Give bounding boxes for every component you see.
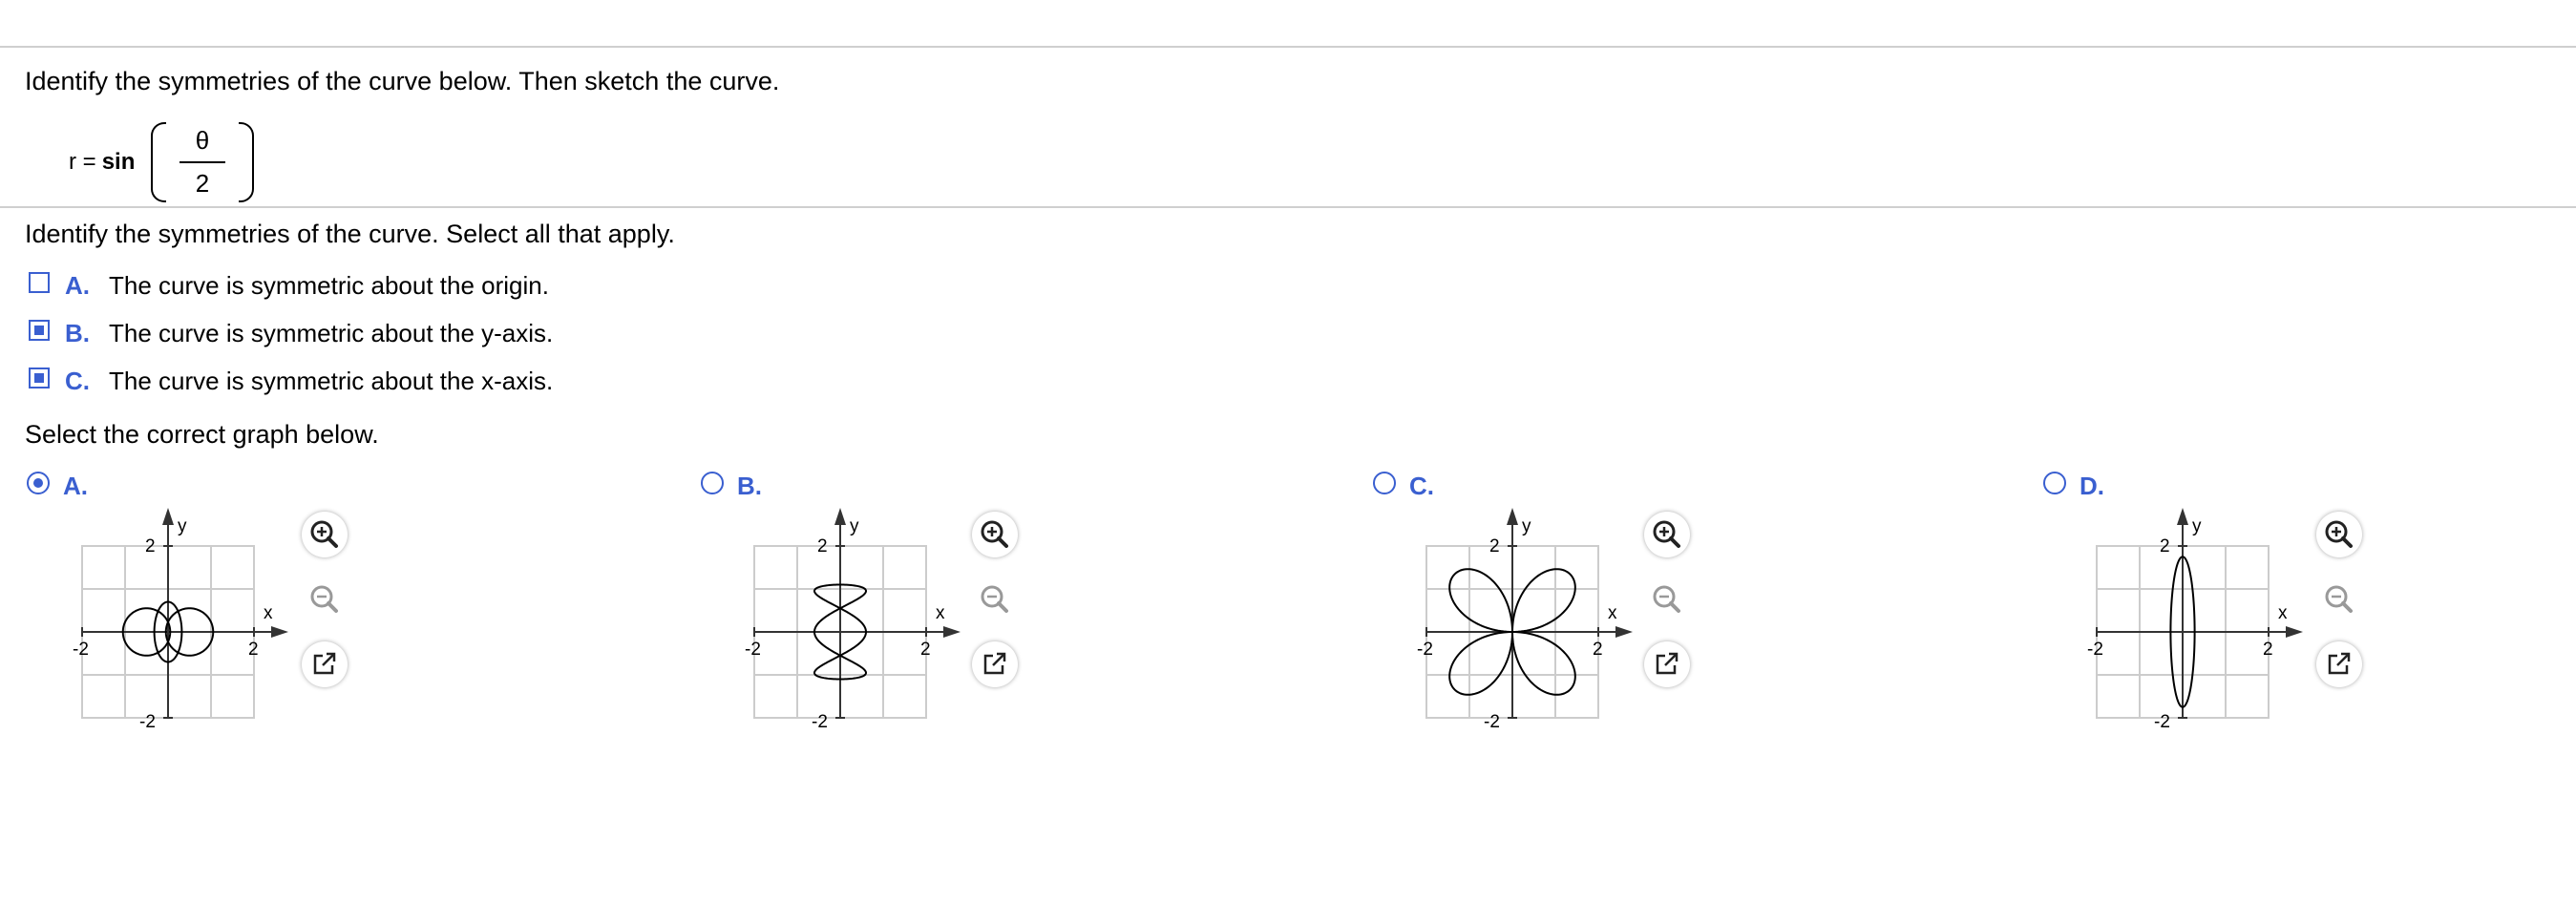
zoom-out-icon [981, 585, 1008, 613]
popout-icon [983, 652, 1006, 675]
graph-d-y-max-label: 2 [2160, 536, 2170, 556]
left-paren [151, 122, 166, 202]
zoom-in-icon [310, 520, 338, 548]
fraction-bar [179, 161, 225, 163]
graph-letter-d: D. [2080, 472, 2104, 500]
option-text-b: The curve is symmetric about the y-axis. [109, 319, 554, 347]
graph-b-y-label: y [850, 516, 859, 536]
popout-button-b[interactable] [972, 641, 1018, 687]
zoom-in-button-c[interactable] [1644, 512, 1690, 557]
section-divider [0, 206, 2576, 208]
fraction-denominator: 2 [195, 169, 210, 198]
graph-a-y-min-label: -2 [139, 712, 156, 732]
zoom-out-button-c[interactable] [1644, 577, 1690, 622]
graph-a-x-min-label: -2 [73, 640, 89, 660]
graph-c-x-min-label: -2 [1417, 640, 1433, 660]
popout-icon [2328, 652, 2351, 675]
popout-button-a[interactable] [302, 641, 348, 687]
part2-prompt: Select the correct graph below. [25, 420, 379, 449]
graph-c-y-arrow [1507, 508, 1518, 525]
graph-letter-c: C. [1409, 472, 1434, 500]
graph-b-y-min-label: -2 [812, 712, 828, 732]
option-letter-b: B. [65, 319, 90, 347]
graph-b: y x 2 -2 -2 2 [745, 508, 961, 732]
checkbox-b-checkmark [34, 326, 44, 335]
graph-a-y-arrow [162, 508, 174, 525]
zoom-in-icon [1653, 520, 1680, 548]
fraction-numerator: θ [195, 126, 210, 155]
zoom-out-icon [2325, 585, 2353, 613]
checkbox-b[interactable] [29, 320, 50, 341]
option-letter-c: C. [65, 367, 90, 395]
popout-icon [313, 652, 336, 675]
graph-d-x-arrow [2286, 626, 2303, 638]
graph-c-y-max-label: 2 [1489, 536, 1500, 556]
fraction: θ 2 [174, 126, 231, 199]
zoom-out-button-b[interactable] [972, 577, 1018, 622]
graph-d-x-max-label: 2 [2263, 640, 2273, 660]
popout-button-c[interactable] [1644, 641, 1690, 687]
radio-a[interactable] [27, 472, 50, 494]
graph-c-x-arrow [1615, 626, 1633, 638]
question-instruction: Identify the symmetries of the curve bel… [25, 67, 780, 95]
zoom-out-button-d[interactable] [2316, 577, 2362, 622]
graph-c-x-max-label: 2 [1593, 640, 1603, 660]
equation-func: sin [101, 149, 136, 175]
graph-b-x-min-label: -2 [745, 640, 761, 660]
graph-letter-b: B. [737, 472, 762, 500]
equation-lhs: r = sin [69, 149, 135, 176]
graph-letter-a: A. [63, 472, 88, 500]
zoom-in-icon [981, 520, 1008, 548]
graph-d-x-min-label: -2 [2087, 640, 2103, 660]
graph-d-x-label: x [2278, 603, 2288, 623]
graph-d: y x 2 -2 -2 2 [2087, 508, 2303, 732]
equation-lhs-text: r = [69, 149, 96, 175]
graph-b-y-arrow [834, 508, 846, 525]
checkbox-a[interactable] [29, 272, 50, 293]
popout-icon [1656, 652, 1679, 675]
zoom-in-button-d[interactable] [2316, 512, 2362, 557]
option-text-a: The curve is symmetric about the origin. [109, 271, 549, 300]
graph-b-y-max-label: 2 [817, 536, 828, 556]
graph-b-x-max-label: 2 [920, 640, 931, 660]
top-divider [0, 46, 2576, 48]
graph-b-x-arrow [943, 626, 961, 638]
radio-c[interactable] [1373, 472, 1396, 494]
checkbox-c[interactable] [29, 368, 50, 388]
graph-c-x-label: x [1608, 603, 1617, 623]
graph-b-x-label: x [936, 603, 945, 623]
zoom-in-icon [2325, 520, 2353, 548]
popout-button-d[interactable] [2316, 641, 2362, 687]
right-paren [239, 122, 254, 202]
zoom-out-icon [310, 585, 338, 613]
zoom-in-button-a[interactable] [302, 512, 348, 557]
graph-c-y-label: y [1522, 516, 1531, 536]
graph-d-y-min-label: -2 [2154, 712, 2170, 732]
option-text-c: The curve is symmetric about the x-axis. [109, 367, 554, 395]
radio-d[interactable] [2043, 472, 2066, 494]
zoom-out-icon [1653, 585, 1680, 613]
graph-a-y-label: y [178, 516, 187, 536]
graph-a: y x 2 -2 -2 2 [73, 508, 288, 732]
graph-d-y-arrow [2177, 508, 2188, 525]
graph-a-x-label: x [264, 603, 273, 623]
graph-a-y-max-label: 2 [145, 536, 156, 556]
radio-a-dot [33, 478, 43, 488]
graph-a-x-max-label: 2 [248, 640, 259, 660]
graph-c: y x 2 -2 -2 2 [1417, 508, 1633, 732]
part1-prompt: Identify the symmetries of the curve. Se… [25, 220, 675, 248]
radio-b[interactable] [701, 472, 724, 494]
zoom-in-button-b[interactable] [972, 512, 1018, 557]
zoom-out-button-a[interactable] [302, 577, 348, 622]
graph-c-y-min-label: -2 [1484, 712, 1500, 732]
graph-a-x-arrow [271, 626, 288, 638]
graph-d-y-label: y [2192, 516, 2202, 536]
checkbox-c-checkmark [34, 373, 44, 383]
option-letter-a: A. [65, 271, 90, 300]
